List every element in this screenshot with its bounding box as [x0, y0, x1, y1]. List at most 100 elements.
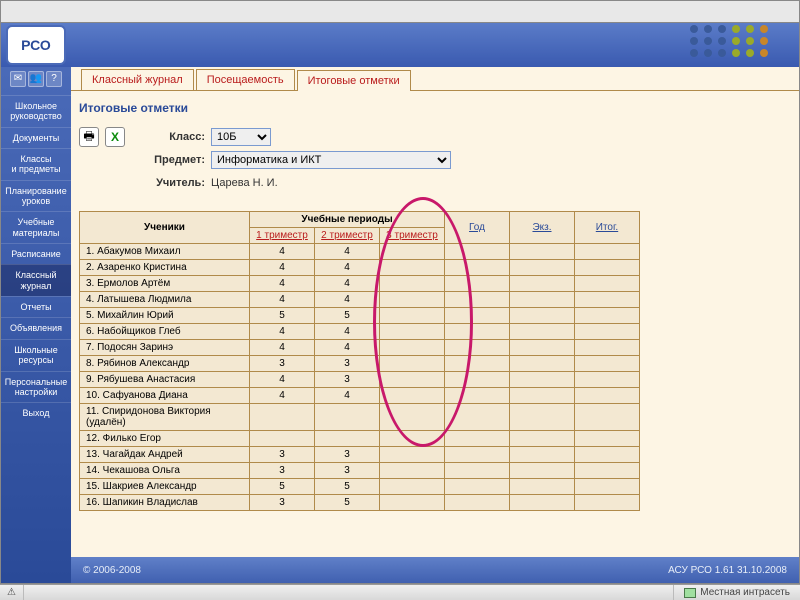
grade-cell[interactable] — [575, 244, 640, 260]
class-select[interactable]: 10Б — [211, 128, 271, 146]
grade-cell[interactable] — [380, 308, 445, 324]
grade-cell[interactable] — [510, 463, 575, 479]
grade-cell[interactable] — [250, 431, 315, 447]
sidebar-item[interactable]: Школьноеруководство — [1, 95, 71, 127]
grade-cell[interactable]: 5 — [315, 495, 380, 511]
grade-cell[interactable]: 5 — [315, 479, 380, 495]
grade-cell[interactable] — [510, 372, 575, 388]
grade-cell[interactable] — [445, 308, 510, 324]
grade-cell[interactable] — [575, 340, 640, 356]
grade-cell[interactable]: 4 — [250, 388, 315, 404]
grade-cell[interactable] — [380, 479, 445, 495]
grade-cell[interactable] — [380, 495, 445, 511]
grade-cell[interactable]: 3 — [315, 447, 380, 463]
grade-cell[interactable] — [445, 260, 510, 276]
grade-cell[interactable] — [575, 463, 640, 479]
grade-cell[interactable]: 3 — [250, 447, 315, 463]
grade-cell[interactable] — [445, 495, 510, 511]
grade-cell[interactable] — [575, 308, 640, 324]
grade-cell[interactable] — [380, 292, 445, 308]
grade-cell[interactable] — [510, 292, 575, 308]
grade-cell[interactable]: 5 — [315, 308, 380, 324]
grade-cell[interactable] — [575, 495, 640, 511]
grade-cell[interactable] — [575, 260, 640, 276]
tab[interactable]: Итоговые отметки — [297, 70, 411, 91]
grade-cell[interactable] — [380, 372, 445, 388]
grade-cell[interactable]: 4 — [250, 372, 315, 388]
grade-cell[interactable]: 4 — [315, 244, 380, 260]
grade-cell[interactable]: 5 — [250, 479, 315, 495]
tab[interactable]: Классный журнал — [81, 69, 194, 90]
mail-icon[interactable]: ✉ — [10, 71, 26, 87]
grade-cell[interactable] — [380, 340, 445, 356]
grade-cell[interactable] — [445, 324, 510, 340]
grade-cell[interactable] — [575, 431, 640, 447]
grade-cell[interactable] — [445, 340, 510, 356]
grade-cell[interactable] — [510, 431, 575, 447]
grade-cell[interactable] — [380, 356, 445, 372]
grade-cell[interactable]: 4 — [250, 324, 315, 340]
grade-cell[interactable] — [575, 388, 640, 404]
grade-cell[interactable] — [510, 244, 575, 260]
grade-cell[interactable] — [445, 404, 510, 431]
grade-cell[interactable]: 3 — [315, 463, 380, 479]
year-link[interactable]: Год — [469, 222, 485, 233]
grade-cell[interactable] — [445, 463, 510, 479]
grade-cell[interactable] — [575, 447, 640, 463]
subject-select[interactable]: Информатика и ИКТ — [211, 151, 451, 169]
grade-cell[interactable] — [380, 244, 445, 260]
grade-cell[interactable]: 4 — [250, 244, 315, 260]
sidebar-item[interactable]: Планированиеуроков — [1, 180, 71, 212]
grade-cell[interactable] — [445, 479, 510, 495]
grade-cell[interactable] — [575, 356, 640, 372]
grade-cell[interactable] — [380, 431, 445, 447]
grade-cell[interactable] — [575, 276, 640, 292]
trimester-link[interactable]: 1 триместр — [256, 230, 308, 241]
excel-icon[interactable]: X — [105, 127, 125, 147]
trimester-link[interactable]: 3 триместр — [386, 230, 438, 241]
sidebar-item[interactable]: Классныйжурнал — [1, 264, 71, 296]
sidebar-item[interactable]: Классыи предметы — [1, 148, 71, 180]
grade-cell[interactable] — [510, 324, 575, 340]
grade-cell[interactable] — [575, 479, 640, 495]
help-icon[interactable]: ? — [46, 71, 62, 87]
grade-cell[interactable]: 4 — [250, 292, 315, 308]
grade-cell[interactable]: 3 — [315, 356, 380, 372]
grade-cell[interactable] — [380, 260, 445, 276]
sidebar-item[interactable]: Персональныенастройки — [1, 371, 71, 403]
print-icon[interactable]: 🖶 — [79, 127, 99, 147]
grade-cell[interactable]: 4 — [315, 260, 380, 276]
grade-cell[interactable] — [445, 447, 510, 463]
grade-cell[interactable]: 3 — [250, 495, 315, 511]
grade-cell[interactable] — [445, 244, 510, 260]
sidebar-item[interactable]: Объявления — [1, 317, 71, 338]
grade-cell[interactable] — [510, 447, 575, 463]
grade-cell[interactable] — [315, 431, 380, 447]
grade-cell[interactable]: 3 — [315, 372, 380, 388]
tab[interactable]: Посещаемость — [196, 69, 295, 90]
grade-cell[interactable] — [380, 447, 445, 463]
grade-cell[interactable] — [445, 372, 510, 388]
grade-cell[interactable] — [380, 388, 445, 404]
grade-cell[interactable]: 4 — [315, 324, 380, 340]
grade-cell[interactable] — [510, 495, 575, 511]
final-link[interactable]: Итог. — [596, 222, 618, 233]
trimester-link[interactable]: 2 триместр — [321, 230, 373, 241]
grade-cell[interactable]: 4 — [250, 276, 315, 292]
sidebar-item[interactable]: Отчеты — [1, 296, 71, 317]
grade-cell[interactable] — [315, 404, 380, 431]
grade-cell[interactable] — [575, 292, 640, 308]
grade-cell[interactable]: 4 — [250, 340, 315, 356]
grade-cell[interactable] — [380, 324, 445, 340]
grade-cell[interactable] — [510, 308, 575, 324]
sidebar-item[interactable]: Расписание — [1, 243, 71, 264]
grade-cell[interactable] — [510, 388, 575, 404]
grade-cell[interactable]: 4 — [315, 292, 380, 308]
grade-cell[interactable] — [445, 356, 510, 372]
grade-cell[interactable]: 5 — [250, 308, 315, 324]
sidebar-item[interactable]: Выход — [1, 402, 71, 423]
grade-cell[interactable] — [445, 388, 510, 404]
grade-cell[interactable] — [575, 324, 640, 340]
grade-cell[interactable] — [510, 479, 575, 495]
grade-cell[interactable] — [510, 276, 575, 292]
